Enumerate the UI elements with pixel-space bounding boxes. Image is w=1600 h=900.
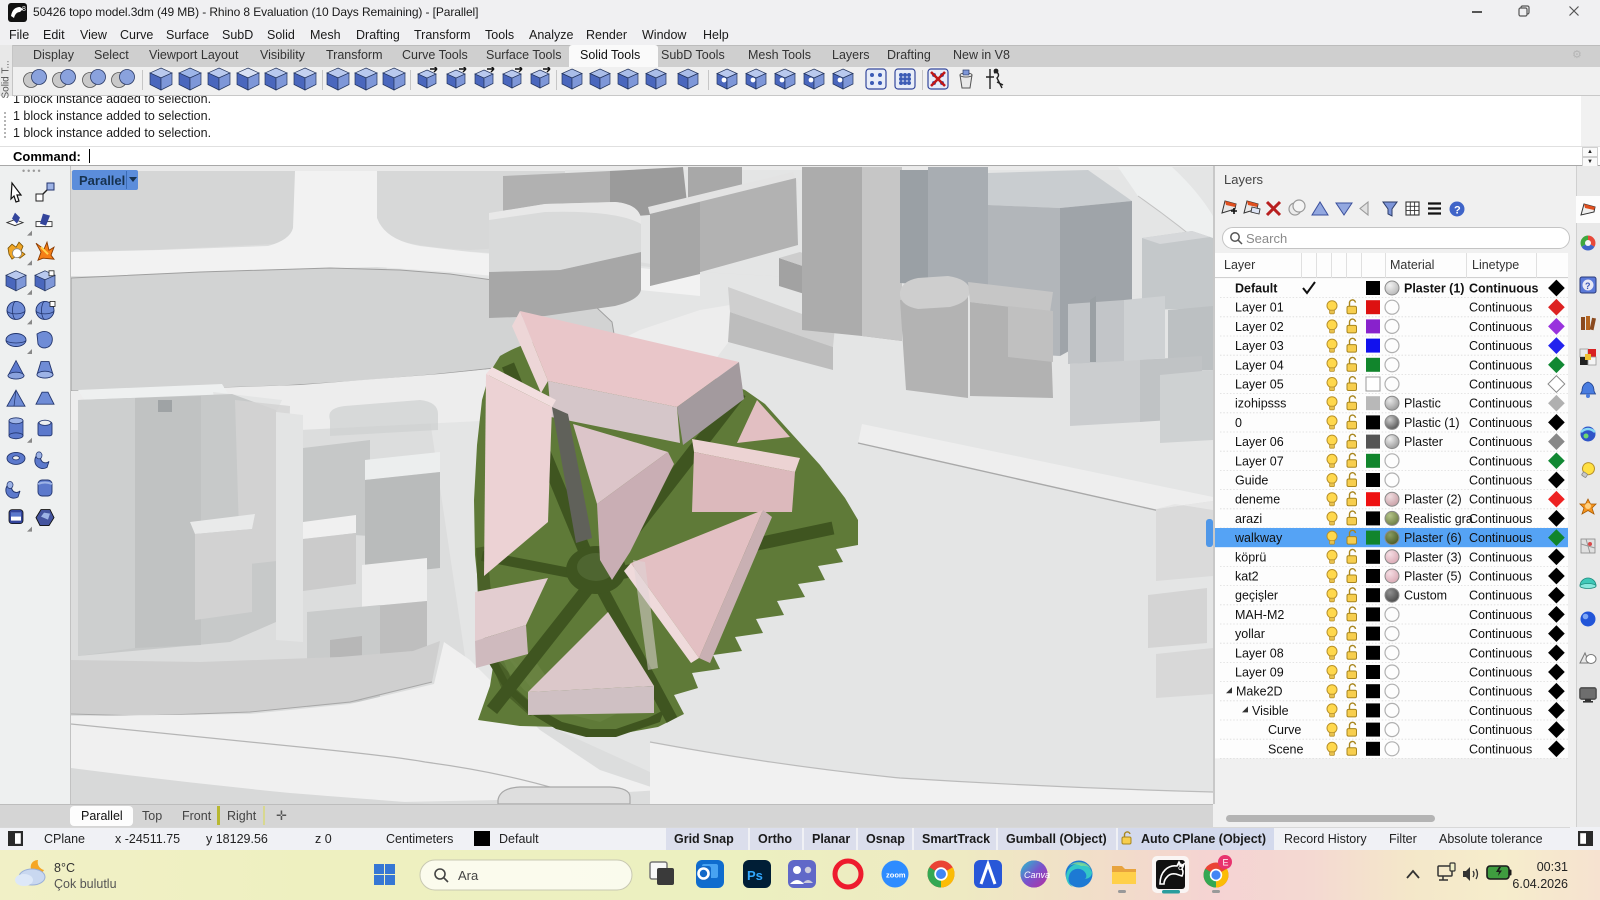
svg-text:Layer 08: Layer 08	[1235, 646, 1284, 660]
svg-text:Continuous: Continuous	[1469, 416, 1532, 430]
svg-text:Plaster (5): Plaster (5)	[1404, 570, 1462, 584]
svg-text:Plaster (2): Plaster (2)	[1404, 493, 1462, 507]
svg-text:Continuous: Continuous	[1469, 570, 1532, 584]
svg-text:Plaster (3): Plaster (3)	[1404, 550, 1462, 564]
svg-text:Plastic: Plastic	[1404, 397, 1441, 411]
svg-text:Ps: Ps	[747, 868, 763, 883]
svg-text:00:31: 00:31	[1537, 860, 1568, 874]
svg-text:Continuous: Continuous	[1469, 320, 1532, 334]
svg-text:Çok bulutlu: Çok bulutlu	[54, 877, 117, 891]
svg-text:8°C: 8°C	[54, 861, 75, 875]
svg-text:?: ?	[1585, 281, 1591, 291]
svg-text:E: E	[1223, 858, 1229, 868]
svg-text:Continuous: Continuous	[1469, 666, 1532, 680]
svg-text:Continuous: Continuous	[1469, 589, 1532, 603]
svg-text:?: ?	[1454, 205, 1461, 217]
svg-text:Continuous: Continuous	[1469, 550, 1532, 564]
svg-text:Scene: Scene	[1268, 742, 1303, 756]
svg-text:Plaster: Plaster	[1404, 435, 1443, 449]
svg-text:Ara: Ara	[458, 868, 479, 883]
svg-text:Continuous: Continuous	[1469, 301, 1532, 315]
svg-text:Continuous: Continuous	[1469, 608, 1532, 622]
svg-text:Visible: Visible	[1252, 704, 1289, 718]
svg-text:Layer 01: Layer 01	[1235, 301, 1284, 315]
svg-text:Continuous: Continuous	[1469, 454, 1532, 468]
svg-text:Plastic (1): Plastic (1)	[1404, 416, 1460, 430]
svg-text:Continuous: Continuous	[1469, 723, 1532, 737]
svg-text:Layer 07: Layer 07	[1235, 454, 1284, 468]
svg-text:Realistic gra: Realistic gra	[1404, 512, 1473, 526]
svg-text:Layer 06: Layer 06	[1235, 435, 1284, 449]
svg-text:Continuous: Continuous	[1469, 435, 1532, 449]
svg-text:kat2: kat2	[1235, 570, 1259, 584]
svg-text:Continuous: Continuous	[1469, 704, 1532, 718]
svg-text:Layer 02: Layer 02	[1235, 320, 1284, 334]
svg-text:geçişler: geçişler	[1235, 589, 1278, 603]
svg-text:köprü: köprü	[1235, 550, 1266, 564]
svg-text:MAH-M2: MAH-M2	[1235, 608, 1284, 622]
svg-text:Layer 05: Layer 05	[1235, 378, 1284, 392]
svg-text:Canva: Canva	[1024, 870, 1050, 880]
svg-text:Parallel: Parallel	[79, 173, 125, 188]
svg-text:Continuous: Continuous	[1469, 512, 1532, 526]
svg-text:Continuous: Continuous	[1469, 646, 1532, 660]
svg-text:Layer 03: Layer 03	[1235, 339, 1284, 353]
svg-text:Continuous: Continuous	[1469, 282, 1538, 296]
svg-text:Continuous: Continuous	[1469, 493, 1532, 507]
svg-text:zoom: zoom	[886, 871, 906, 880]
svg-text:Default: Default	[1235, 282, 1278, 296]
svg-text:Continuous: Continuous	[1469, 378, 1532, 392]
svg-text:izohipsss: izohipsss	[1235, 397, 1286, 411]
svg-text:Continuous: Continuous	[1469, 742, 1532, 756]
svg-text:Continuous: Continuous	[1469, 474, 1532, 488]
svg-text:Continuous: Continuous	[1469, 358, 1532, 372]
svg-text:Continuous: Continuous	[1469, 627, 1532, 641]
svg-text:Custom: Custom	[1404, 589, 1447, 603]
svg-text:8: 8	[22, 6, 26, 13]
svg-text:arazi: arazi	[1235, 512, 1262, 526]
svg-text:Make2D: Make2D	[1236, 685, 1283, 699]
svg-text:deneme: deneme	[1235, 493, 1280, 507]
svg-text:Guide: Guide	[1235, 474, 1268, 488]
svg-text:walkway: walkway	[1234, 531, 1283, 545]
svg-text:Plaster (6): Plaster (6)	[1404, 531, 1462, 545]
svg-text:Curve: Curve	[1268, 723, 1301, 737]
svg-text:Continuous: Continuous	[1469, 531, 1532, 545]
svg-text:Continuous: Continuous	[1469, 397, 1532, 411]
svg-text:6.04.2026: 6.04.2026	[1512, 877, 1568, 891]
svg-text:Layer 09: Layer 09	[1235, 666, 1284, 680]
svg-text:Layer 04: Layer 04	[1235, 358, 1284, 372]
svg-text:8: 8	[1178, 862, 1183, 872]
svg-text:Plaster (1): Plaster (1)	[1404, 282, 1464, 296]
svg-text:Continuous: Continuous	[1469, 685, 1532, 699]
svg-text:Continuous: Continuous	[1469, 339, 1532, 353]
svg-text:yollar: yollar	[1235, 627, 1265, 641]
svg-text:0: 0	[1235, 416, 1242, 430]
